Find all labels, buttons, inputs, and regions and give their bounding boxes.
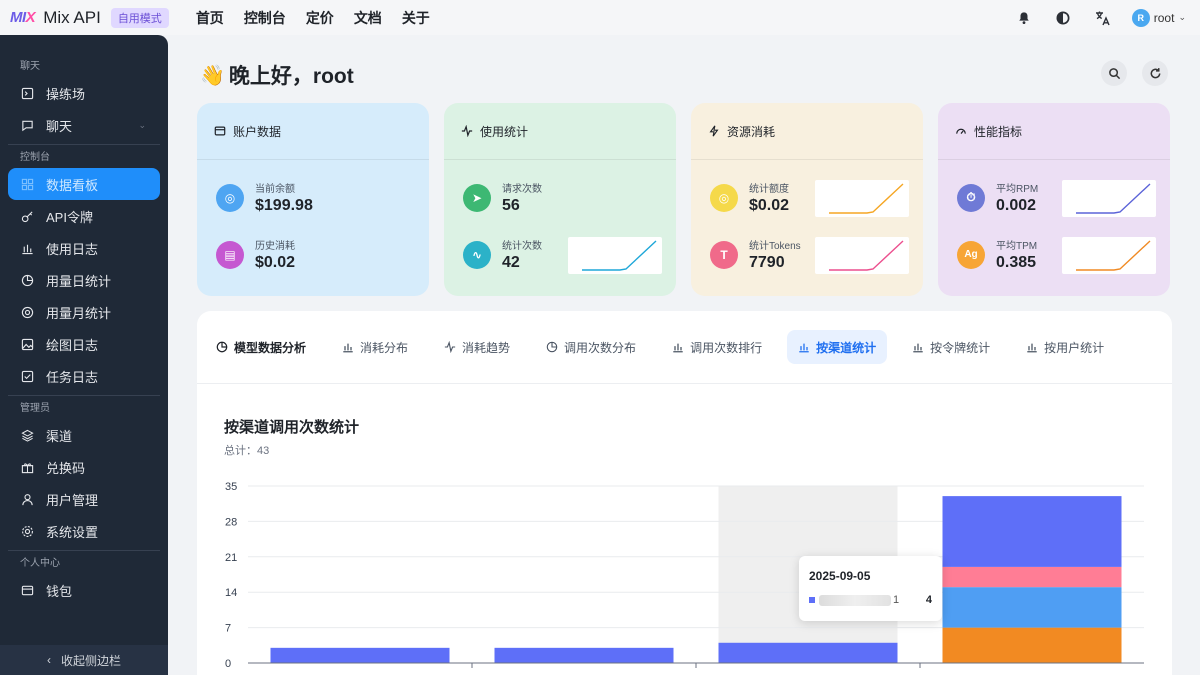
tooltip-redacted-label bbox=[819, 594, 891, 606]
channel-call-chart[interactable]: 0714212835 bbox=[0, 0, 1200, 675]
y-tick-label: 21 bbox=[225, 552, 237, 564]
bar-segment bbox=[494, 647, 674, 663]
bar-segment bbox=[942, 587, 1122, 628]
bar-segment bbox=[942, 496, 1122, 567]
tooltip-date: 2025-09-05 bbox=[809, 569, 871, 583]
bar-segment bbox=[270, 647, 450, 663]
chart-tooltip: 2025-09-05 1 4 bbox=[799, 556, 942, 621]
bar-segment bbox=[718, 642, 898, 663]
y-tick-label: 0 bbox=[225, 658, 231, 670]
tooltip-row: 1 bbox=[809, 594, 899, 606]
y-tick-label: 14 bbox=[225, 587, 237, 599]
tooltip-swatch bbox=[809, 597, 815, 603]
y-tick-label: 28 bbox=[225, 516, 237, 528]
tooltip-suffix: 1 bbox=[893, 594, 900, 606]
bar-segment bbox=[942, 566, 1122, 588]
tooltip-value: 4 bbox=[925, 594, 932, 606]
y-tick-label: 7 bbox=[225, 623, 231, 635]
y-tick-label: 35 bbox=[225, 481, 237, 493]
bar-segment bbox=[942, 627, 1122, 663]
